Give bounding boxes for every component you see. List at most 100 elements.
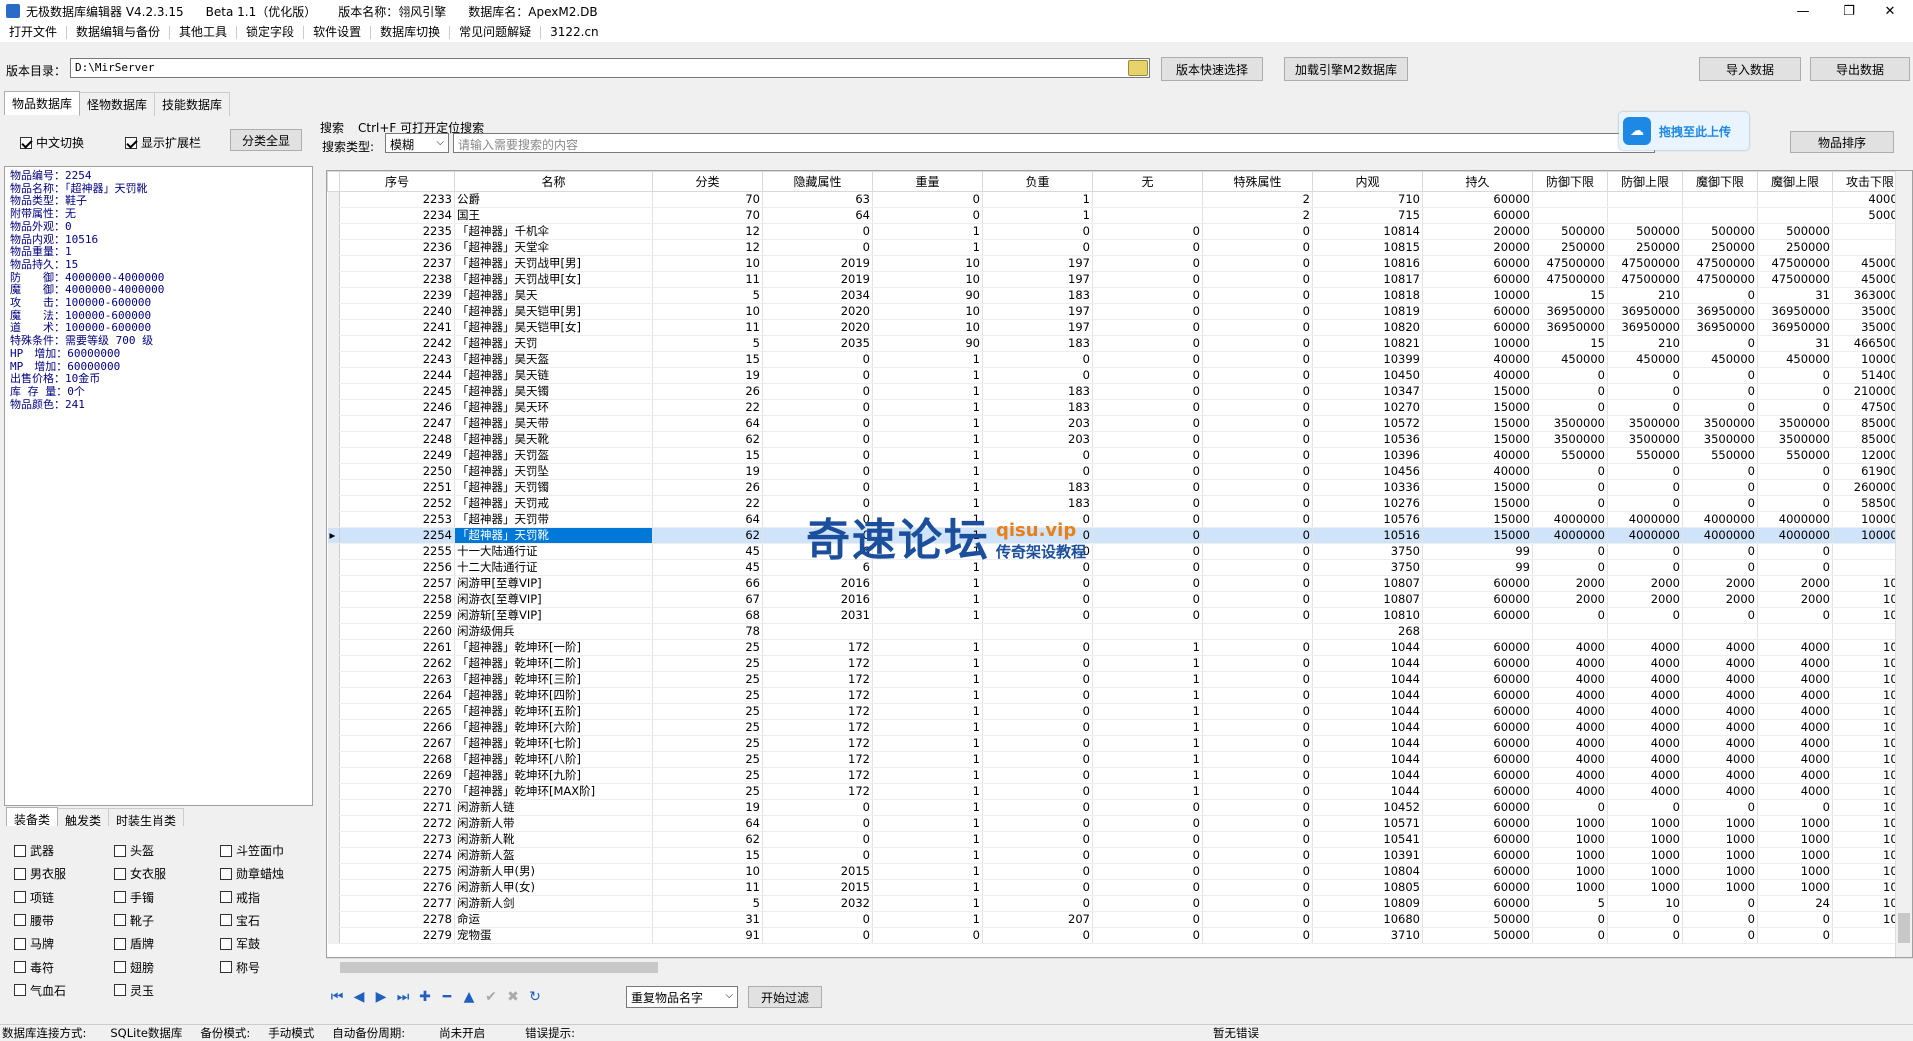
table-cell[interactable]: 0: [762, 383, 873, 400]
table-cell[interactable]: 19: [652, 367, 763, 384]
table-cell[interactable]: 0: [982, 239, 1093, 256]
row-indicator[interactable]: [327, 639, 340, 656]
row-indicator[interactable]: [327, 543, 340, 560]
table-cell[interactable]: 10: [652, 255, 763, 272]
table-row[interactable]: 2261 「超神器」乾坤环[一阶] 25 172 1 0 1 0 1044 60000 4000 40…: [327, 639, 1908, 656]
table-row[interactable]: 2240 「超神器」昊天铠甲[男] 10 2020 10 197 0 0 10819 60000 3…: [327, 303, 1908, 320]
table-cell[interactable]: 0: [762, 367, 873, 384]
table-cell[interactable]: 25: [652, 671, 763, 688]
table-cell[interactable]: 0: [1202, 239, 1313, 256]
table-cell[interactable]: 0: [1757, 367, 1833, 384]
table-cell[interactable]: 0: [1202, 335, 1313, 352]
table-cell[interactable]: [1757, 623, 1833, 640]
table-cell[interactable]: 「超神器」天罚战甲[女]: [454, 271, 653, 288]
table-cell[interactable]: 40000: [1422, 463, 1533, 480]
table-cell[interactable]: 0: [1092, 927, 1203, 944]
row-indicator[interactable]: [327, 575, 340, 592]
table-cell[interactable]: 0: [1532, 399, 1608, 416]
table-cell[interactable]: 15000: [1422, 527, 1533, 544]
row-indicator[interactable]: [327, 655, 340, 672]
table-row[interactable]: 2238 「超神器」天罚战甲[女] 11 2019 10 197 0 0 10817 60000 4…: [327, 271, 1908, 288]
table-cell[interactable]: 0: [1092, 511, 1203, 528]
table-cell[interactable]: 0: [1092, 831, 1203, 848]
table-cell[interactable]: [1422, 623, 1533, 640]
row-indicator[interactable]: [327, 367, 340, 384]
table-cell[interactable]: 1: [872, 415, 983, 432]
table-cell[interactable]: 0: [1532, 383, 1608, 400]
table-cell[interactable]: 60000: [1422, 783, 1533, 800]
table-cell[interactable]: 0: [982, 831, 1093, 848]
search-type-select[interactable]: 模糊 ⌵: [385, 133, 449, 153]
row-indicator[interactable]: [327, 319, 340, 336]
table-cell[interactable]: 22: [652, 399, 763, 416]
table-cell[interactable]: 31: [1757, 287, 1833, 304]
category-checkbox[interactable]: 军鼓: [220, 935, 260, 952]
row-indicator[interactable]: [327, 607, 340, 624]
row-indicator[interactable]: [327, 767, 340, 784]
table-cell[interactable]: 26: [652, 479, 763, 496]
table-cell[interactable]: 十一大陆通行证: [454, 543, 653, 560]
table-cell[interactable]: 闲游新人甲(男): [454, 863, 653, 880]
table-cell[interactable]: 0: [872, 191, 983, 208]
table-cell[interactable]: 「超神器」乾坤环[一阶]: [454, 639, 653, 656]
table-cell[interactable]: 闲游衣[至尊VIP]: [454, 591, 653, 608]
category-checkbox[interactable]: 宝石: [220, 912, 260, 929]
table-cell[interactable]: 0: [982, 671, 1093, 688]
tab-monsters[interactable]: 怪物数据库: [79, 92, 156, 116]
table-cell[interactable]: 1000: [1607, 831, 1683, 848]
table-cell[interactable]: 0: [1092, 351, 1203, 368]
import-button[interactable]: 导入数据: [1699, 57, 1801, 81]
table-cell[interactable]: 12: [652, 239, 763, 256]
table-cell[interactable]: 25: [652, 687, 763, 704]
table-cell[interactable]: 0: [1757, 399, 1833, 416]
table-row[interactable]: 2252 「超神器」天罚戒 22 0 1 183 0 0 10276 15000 0 0 0 0 58500…: [327, 495, 1908, 512]
table-cell[interactable]: 0: [982, 703, 1093, 720]
table-cell[interactable]: 0: [1757, 479, 1833, 496]
table-cell[interactable]: 70: [652, 207, 763, 224]
table-cell[interactable]: 15000: [1422, 415, 1533, 432]
table-cell[interactable]: [872, 623, 983, 640]
menu-db-switch[interactable]: 数据库切换: [371, 25, 451, 39]
table-cell[interactable]: 1: [872, 895, 983, 912]
table-cell[interactable]: 15: [652, 847, 763, 864]
table-cell[interactable]: 1: [872, 383, 983, 400]
table-cell[interactable]: 60000: [1422, 591, 1533, 608]
table-cell[interactable]: 1: [872, 751, 983, 768]
scroll-thumb[interactable]: [1898, 913, 1910, 943]
table-cell[interactable]: 1000: [1532, 831, 1608, 848]
table-cell[interactable]: 63: [762, 191, 873, 208]
export-button[interactable]: 导出数据: [1810, 57, 1910, 81]
table-cell[interactable]: 67: [652, 591, 763, 608]
category-checkbox[interactable]: 翅膀: [114, 959, 154, 976]
table-cell[interactable]: 0: [762, 223, 873, 240]
table-cell[interactable]: 「超神器」天罚镯: [454, 479, 653, 496]
minimize-button[interactable]: —: [1780, 0, 1826, 22]
table-cell[interactable]: 15: [652, 447, 763, 464]
table-cell[interactable]: 0: [982, 863, 1093, 880]
load-m2-button[interactable]: 加载引擎M2数据库: [1284, 57, 1408, 81]
table-cell[interactable]: 「超神器」昊天链: [454, 367, 653, 384]
table-cell[interactable]: 10814: [1312, 223, 1423, 240]
table-row[interactable]: 2269 「超神器」乾坤环[九阶] 25 172 1 0 1 0 1044 60000 4000 40…: [327, 767, 1908, 784]
table-row[interactable]: 2256十二大陆通行证456100037509900000: [327, 559, 1908, 576]
table-cell[interactable]: 3500000: [1532, 415, 1608, 432]
duplicate-name-select[interactable]: 重复物品名字 ⌵: [626, 986, 738, 1008]
table-cell[interactable]: 0: [1202, 927, 1313, 944]
table-cell[interactable]: 0: [1202, 287, 1313, 304]
table-cell[interactable]: 0: [1607, 607, 1683, 624]
table-cell[interactable]: 0: [1092, 319, 1203, 336]
table-cell[interactable]: 0: [1202, 303, 1313, 320]
table-cell[interactable]: 0: [1607, 367, 1683, 384]
table-cell[interactable]: 10541: [1312, 831, 1423, 848]
table-cell[interactable]: 250000: [1607, 239, 1683, 256]
table-cell[interactable]: 15: [652, 351, 763, 368]
table-cell[interactable]: 10270: [1312, 399, 1423, 416]
table-cell[interactable]: 4000: [1607, 783, 1683, 800]
table-cell[interactable]: 99: [1422, 543, 1533, 560]
table-cell[interactable]: 1044: [1312, 655, 1423, 672]
table-cell[interactable]: 47500000: [1682, 271, 1758, 288]
table-cell[interactable]: 10: [652, 303, 763, 320]
table-cell[interactable]: 36950000: [1757, 303, 1833, 320]
table-cell[interactable]: 0: [762, 447, 873, 464]
table-cell[interactable]: 26: [652, 383, 763, 400]
